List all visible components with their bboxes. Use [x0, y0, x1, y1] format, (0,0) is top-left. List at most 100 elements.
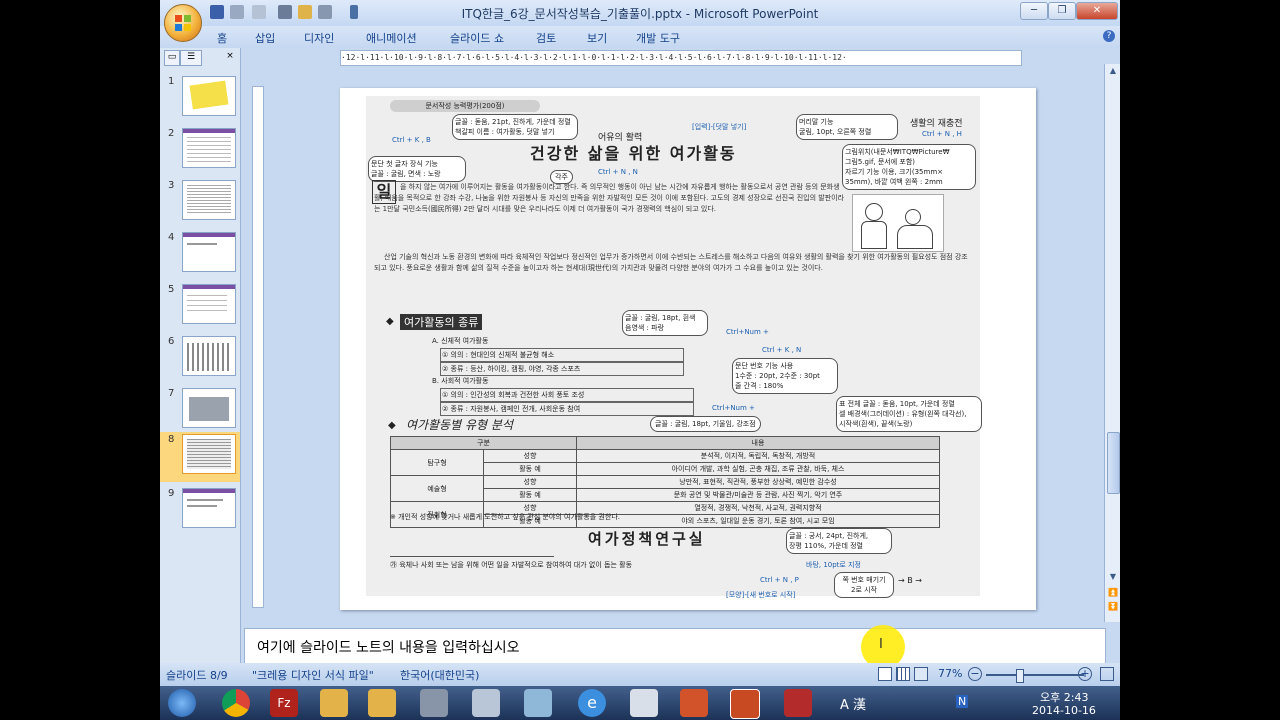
table-cell: 문화 공연 및 박물관/미술관 등 관람, 사진 찍기, 악기 연주: [576, 488, 940, 502]
body-paragraph-1: 을 하지 않는 여가에 이루어지는 활동을 여가활동이라고 한다. 즉 의무적인…: [374, 183, 845, 213]
page-number-marker: → B →: [898, 576, 922, 585]
list-item-3: ② 종류 : 등산, 하이킹, 캠핑, 야영, 각종 스포츠: [440, 362, 684, 376]
pane-close-icon[interactable]: ×: [224, 50, 236, 64]
app-icon[interactable]: [524, 689, 552, 717]
ime-mode[interactable]: N: [956, 695, 969, 708]
tab-insert[interactable]: 삽입: [255, 30, 275, 46]
tab-home[interactable]: 홈: [217, 30, 227, 46]
slide-sorter-icon[interactable]: [896, 667, 910, 681]
ribbon-tab-bar: 홈 삽입 디자인 애니메이션 슬라이드 쇼 검토 보기 개발 도구 ?: [160, 26, 1120, 48]
notes-placeholder[interactable]: 여기에 슬라이드 노트의 내용을 입력하십시오: [257, 637, 520, 657]
thumbnail-image: [182, 488, 236, 528]
normal-view-icon[interactable]: [878, 667, 892, 681]
start-button[interactable]: [168, 689, 196, 717]
minimize-button[interactable]: ─: [1020, 2, 1048, 20]
status-bar: 슬라이드 8/9 "크레용 디자인 서식 파일" 한국어(대한민국) 77% −…: [160, 663, 1120, 686]
chrome-icon[interactable]: [222, 689, 250, 717]
list-item-1: A. 신체적 여가활동: [432, 337, 489, 345]
app-icon[interactable]: [630, 689, 658, 717]
scroll-down-arrow-icon[interactable]: ▼: [1107, 572, 1119, 584]
folder-icon[interactable]: [368, 689, 396, 717]
thumbnail-slide-2[interactable]: 2: [160, 126, 240, 176]
tab-animation[interactable]: 애니메이션: [366, 30, 417, 46]
table-row: 예술형 성향 낭만적, 표현적, 직관적, 풍부한 상상력, 예민한 감수성: [390, 475, 940, 502]
slide-canvas[interactable]: 문서작성 능력평가(200점) Ctrl + K , B 글꼴 : 돋움, 21…: [340, 88, 1036, 610]
thumbnail-slide-6[interactable]: 6: [160, 334, 240, 384]
document-title: 건강한 삶을 위한 여가활동: [530, 144, 737, 163]
thumbnail-image: [182, 388, 236, 428]
filezilla-icon[interactable]: Fz: [270, 689, 298, 717]
annotation-header: 머리말 기능 굴림, 10pt, 오른쪽 정렬: [796, 114, 898, 140]
table-header-cell: 구분: [390, 436, 577, 450]
fit-to-window-icon[interactable]: [1100, 667, 1114, 681]
thumbnail-slide-7[interactable]: 7: [160, 386, 240, 436]
help-icon[interactable]: ?: [1103, 30, 1115, 42]
vertical-scrollbar[interactable]: ▲ ▼ ⏫ ⏬: [1104, 64, 1120, 622]
powerpoint-taskbar-icon[interactable]: [680, 689, 708, 717]
table-cell: 성향: [483, 475, 577, 489]
thumbnail-image: [182, 434, 236, 474]
thumbnail-number: 5: [168, 284, 175, 295]
internet-explorer-icon[interactable]: e: [578, 689, 606, 717]
restore-button[interactable]: ❐: [1048, 2, 1076, 20]
tab-developer[interactable]: 개발 도구: [636, 30, 680, 46]
table-cell: 야외 스포츠, 일대일 운동 경기, 토론 참여, 시교 모임: [576, 514, 940, 528]
thumbnail-slide-8[interactable]: 8: [160, 432, 240, 482]
zoom-out-icon[interactable]: −: [968, 667, 982, 681]
tab-review[interactable]: 검토: [536, 30, 556, 46]
annotation-footer-title: 글꼴 : 궁서, 24pt, 진하게, 장평 110%, 가운데 정렬: [786, 528, 892, 554]
zoom-slider-thumb[interactable]: [1016, 669, 1024, 683]
scroll-up-arrow-icon[interactable]: ▲: [1107, 66, 1119, 78]
thumbnail-image: [182, 180, 236, 220]
zoom-in-icon[interactable]: +: [1078, 667, 1092, 681]
ctrl-n-n-label: Ctrl + N , N: [598, 168, 638, 176]
slides-tab[interactable]: ▭: [164, 50, 180, 66]
previous-slide-icon[interactable]: ⏫: [1107, 588, 1119, 600]
text-cursor-icon: I: [879, 637, 883, 652]
folder-icon[interactable]: [320, 689, 348, 717]
language-indicator[interactable]: 한국어(대한민국): [400, 667, 479, 683]
scanned-document-image: 문서작성 능력평가(200점) Ctrl + K , B 글꼴 : 돋움, 21…: [366, 96, 982, 599]
scroll-thumb[interactable]: [1107, 432, 1120, 494]
ctrl-num-label-2: Ctrl+Num +: [712, 404, 755, 412]
thumbnail-slide-1[interactable]: 1: [160, 74, 240, 124]
ime-indicator[interactable]: A 漢: [840, 694, 866, 713]
tab-slideshow[interactable]: 슬라이드 쇼: [450, 30, 504, 46]
thumbnail-number: 1: [168, 76, 175, 87]
horizontal-ruler: ·12·l·11·l·10·l·9·l·8·l·7·l·6·l·5·l·4·l·…: [340, 50, 1022, 66]
hwp-icon[interactable]: [784, 689, 812, 717]
powerpoint-active-icon[interactable]: [730, 689, 760, 719]
table-cell: 탐구형: [390, 449, 484, 476]
notes-pane[interactable]: 여기에 슬라이드 노트의 내용을 입력하십시오 I: [244, 625, 1106, 669]
clock-time[interactable]: 오후 2:43: [1040, 689, 1088, 705]
thumbnail-slide-9[interactable]: 9: [160, 486, 240, 536]
ctrl-num-label-1: Ctrl+Num +: [726, 328, 769, 336]
app-icon[interactable]: [420, 689, 448, 717]
clipart-image: [852, 194, 944, 252]
table-cell: 열정적, 경쟁적, 낙천적, 사교적, 권력지향적: [576, 501, 940, 515]
table-cell: 예술형: [390, 475, 484, 502]
tab-design[interactable]: 디자인: [304, 30, 334, 46]
annotation-list: 문단 번호 기능 사용 1수준 : 20pt, 2수준 : 30pt 줄 간격 …: [732, 358, 838, 394]
table-cell: 활동 예: [483, 488, 577, 502]
annotation-dropcap: 문단 첫 글자 장식 기능 글꼴 : 굴림, 면색 : 노랑: [368, 156, 466, 182]
outline-tab[interactable]: ☰: [180, 50, 202, 66]
next-slide-icon[interactable]: ⏬: [1107, 602, 1119, 614]
annotation-image: 그림위치(내문서₩ITQ₩Picture₩ 그림5.gif, 문서에 포함) 자…: [842, 144, 976, 190]
theme-name: "크레용 디자인 서식 파일": [252, 669, 374, 682]
slideshow-view-icon[interactable]: [914, 667, 928, 681]
zoom-slider-track[interactable]: [986, 669, 1084, 683]
ctrl-k-n-label: Ctrl + K , N: [762, 346, 802, 354]
app-icon[interactable]: [472, 689, 500, 717]
tab-view[interactable]: 보기: [587, 30, 607, 46]
office-button[interactable]: [164, 4, 202, 42]
clock-date[interactable]: 2014-10-16: [1032, 704, 1096, 717]
thumbnail-slide-5[interactable]: 5: [160, 282, 240, 332]
annotation-section-2: 글꼴 : 굴림, 18pt, 기울임, 강조점: [650, 416, 761, 432]
zoom-level[interactable]: 77%: [938, 667, 962, 680]
thumbnail-number: 2: [168, 128, 175, 139]
thumbnail-slide-3[interactable]: 3: [160, 178, 240, 228]
close-button[interactable]: ✕: [1076, 2, 1118, 20]
thumbnail-slide-4[interactable]: 4: [160, 230, 240, 280]
section-diamond-icon: ◆: [388, 420, 396, 431]
